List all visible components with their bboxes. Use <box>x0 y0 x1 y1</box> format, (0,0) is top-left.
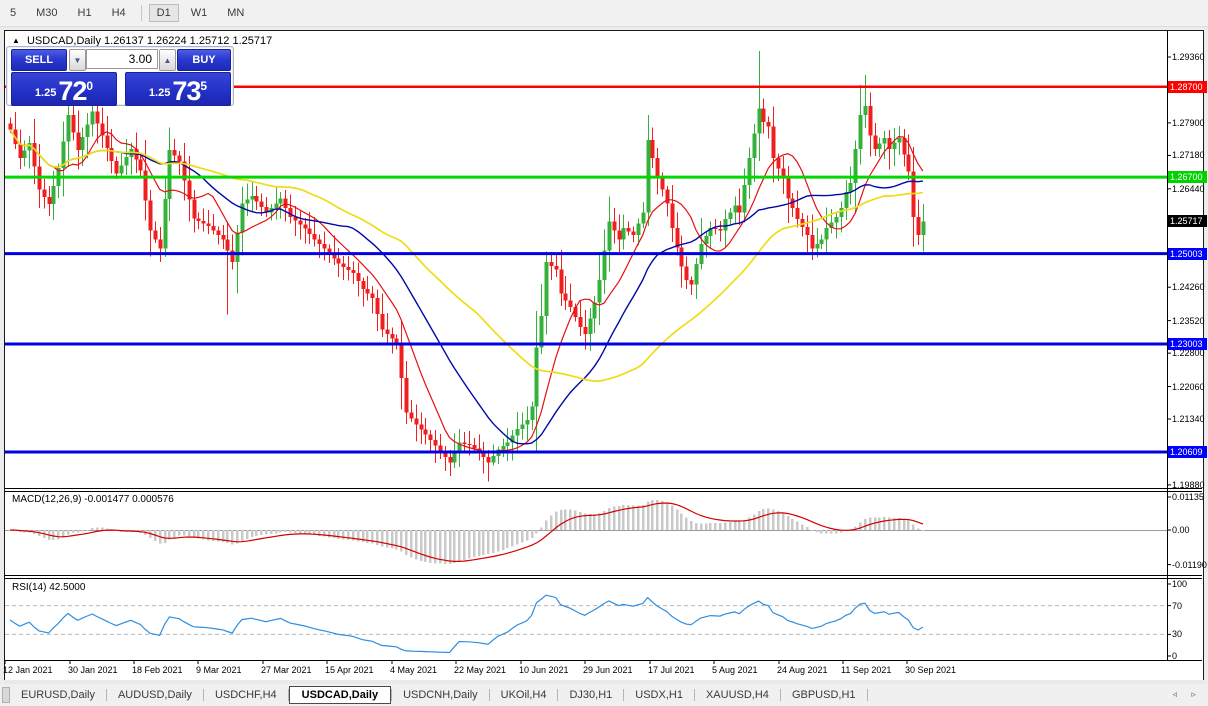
timeframe-button-h4[interactable]: H4 <box>104 4 134 22</box>
price-badge: 1.26700 <box>1168 171 1207 184</box>
sell-price-prefix: 1.25 <box>34 87 57 99</box>
date-axis-label: 17 Jul 2021 <box>648 665 695 675</box>
date-axis-label: 29 Jun 2021 <box>583 665 633 675</box>
timeframe-button-h1[interactable]: H1 <box>70 4 100 22</box>
macd-indicator-label: MACD(12,26,9) -0.001477 0.000576 <box>12 494 174 505</box>
timeframe-button-m30[interactable]: M30 <box>28 4 65 22</box>
tab-ukoil[interactable]: UKOil,H4 <box>490 686 558 704</box>
date-axis-label: 5 Aug 2021 <box>712 665 758 675</box>
date-axis-label: 24 Aug 2021 <box>777 665 828 675</box>
price-badge: 1.23003 <box>1168 337 1207 350</box>
date-axis-label: 30 Jan 2021 <box>68 665 118 675</box>
tab-usdchf[interactable]: USDCHF,H4 <box>204 686 288 704</box>
price-axis-label: 1.27900 <box>1172 117 1205 128</box>
price-axis-label: 1.29360 <box>1172 52 1205 62</box>
price-badge: 1.25003 <box>1168 247 1207 260</box>
buy-price-prefix: 1.25 <box>148 87 171 99</box>
timeframe-toolbar: 5 M30 H1 H4 D1 W1 MN <box>0 0 1208 27</box>
buy-button[interactable]: BUY <box>177 49 231 71</box>
tab-usdcnh[interactable]: USDCNH,Daily <box>392 686 489 704</box>
one-click-trading-panel: SELL ▼ ▲ BUY 1.25 72 0 1.25 73 5 <box>6 46 234 106</box>
tab-gbpusd[interactable]: GBPUSD,H1 <box>781 686 867 704</box>
toolbar-separator <box>140 5 142 21</box>
price-axis-label: 1.23520 <box>1172 315 1205 326</box>
collapse-trade-panel-icon[interactable]: ▲ <box>12 36 20 45</box>
rsi-axis-label: 100 <box>1172 579 1188 589</box>
price-axis-label: 1.22060 <box>1172 381 1205 392</box>
date-axis-label: 18 Feb 2021 <box>132 665 183 675</box>
tab-dj30[interactable]: DJ30,H1 <box>558 686 623 704</box>
tab-separator <box>866 689 868 701</box>
date-axis-label: 12 Jan 2021 <box>3 665 53 675</box>
volume-increase-button[interactable]: ▲ <box>159 49 176 71</box>
buy-price-display[interactable]: 1.25 73 5 <box>125 72 231 106</box>
mt4-workspace: { "toolbar": { "timeframes": [ {"label":… <box>0 0 1208 706</box>
timeframe-button-w1[interactable]: W1 <box>183 4 216 22</box>
chart-tab-bar: EURUSD,Daily AUDUSD,Daily USDCHF,H4 USDCAD,… <box>0 684 1208 706</box>
macd-axis-label: 0.01135 <box>1172 492 1204 502</box>
price-badge: 1.25717 <box>1168 215 1207 228</box>
timeframe-button-5[interactable]: 5 <box>2 4 24 22</box>
price-axis-label: 1.27180 <box>1172 150 1205 161</box>
timeframe-button-d1[interactable]: D1 <box>148 4 179 22</box>
buy-price-main: 73 <box>172 76 201 106</box>
timeframe-button-mn[interactable]: MN <box>219 4 252 22</box>
date-axis-label: 15 Apr 2021 <box>325 665 374 675</box>
macd-axis-label: 0.00 <box>1172 525 1190 535</box>
buy-price-pip: 5 <box>200 79 208 93</box>
price-badge: 1.20609 <box>1168 446 1207 459</box>
date-axis-label: 4 May 2021 <box>390 665 438 675</box>
price-axis-label: 1.21340 <box>1172 414 1205 425</box>
tab-scroll-arrows[interactable]: ◃ ▹ <box>1172 689 1202 700</box>
sell-price-display[interactable]: 1.25 72 0 <box>11 72 117 106</box>
sell-price-pip: 0 <box>86 79 94 93</box>
macd-axis-label: -0.01190 <box>1172 559 1207 570</box>
rsi-axis-label: 70 <box>1172 600 1183 611</box>
tab-usdcad[interactable]: USDCAD,Daily <box>288 686 392 704</box>
rsi-indicator-label: RSI(14) 42.5000 <box>12 582 86 593</box>
volume-decrease-button[interactable]: ▼ <box>69 49 86 71</box>
price-badge: 1.28700 <box>1168 80 1207 93</box>
volume-input[interactable] <box>86 49 158 69</box>
date-axis-label: 9 Mar 2021 <box>196 665 242 675</box>
date-axis-label: 30 Sep 2021 <box>905 665 957 675</box>
tab-audusd[interactable]: AUDUSD,Daily <box>107 686 203 704</box>
rsi-axis-label: 0 <box>1172 651 1178 661</box>
date-axis-label: 22 May 2021 <box>454 665 507 675</box>
sell-price-main: 72 <box>58 76 87 106</box>
tab-usdx[interactable]: USDX,H1 <box>624 686 694 704</box>
date-axis-label: 10 Jun 2021 <box>519 665 569 675</box>
sell-button[interactable]: SELL <box>11 49 67 71</box>
date-axis-label: 27 Mar 2021 <box>261 665 312 675</box>
chart-window <box>4 30 1204 681</box>
tab-xauusd[interactable]: XAUUSD,H4 <box>695 686 780 704</box>
price-axis-label: 1.26440 <box>1172 183 1205 194</box>
tab-strip-edge <box>2 687 10 703</box>
rsi-axis-label: 30 <box>1172 629 1183 640</box>
date-axis-label: 11 Sep 2021 <box>841 665 892 675</box>
price-axis-label: 1.19880 <box>1172 479 1205 490</box>
price-axis-label: 1.24260 <box>1172 282 1205 293</box>
tab-eurusd[interactable]: EURUSD,Daily <box>10 686 106 704</box>
